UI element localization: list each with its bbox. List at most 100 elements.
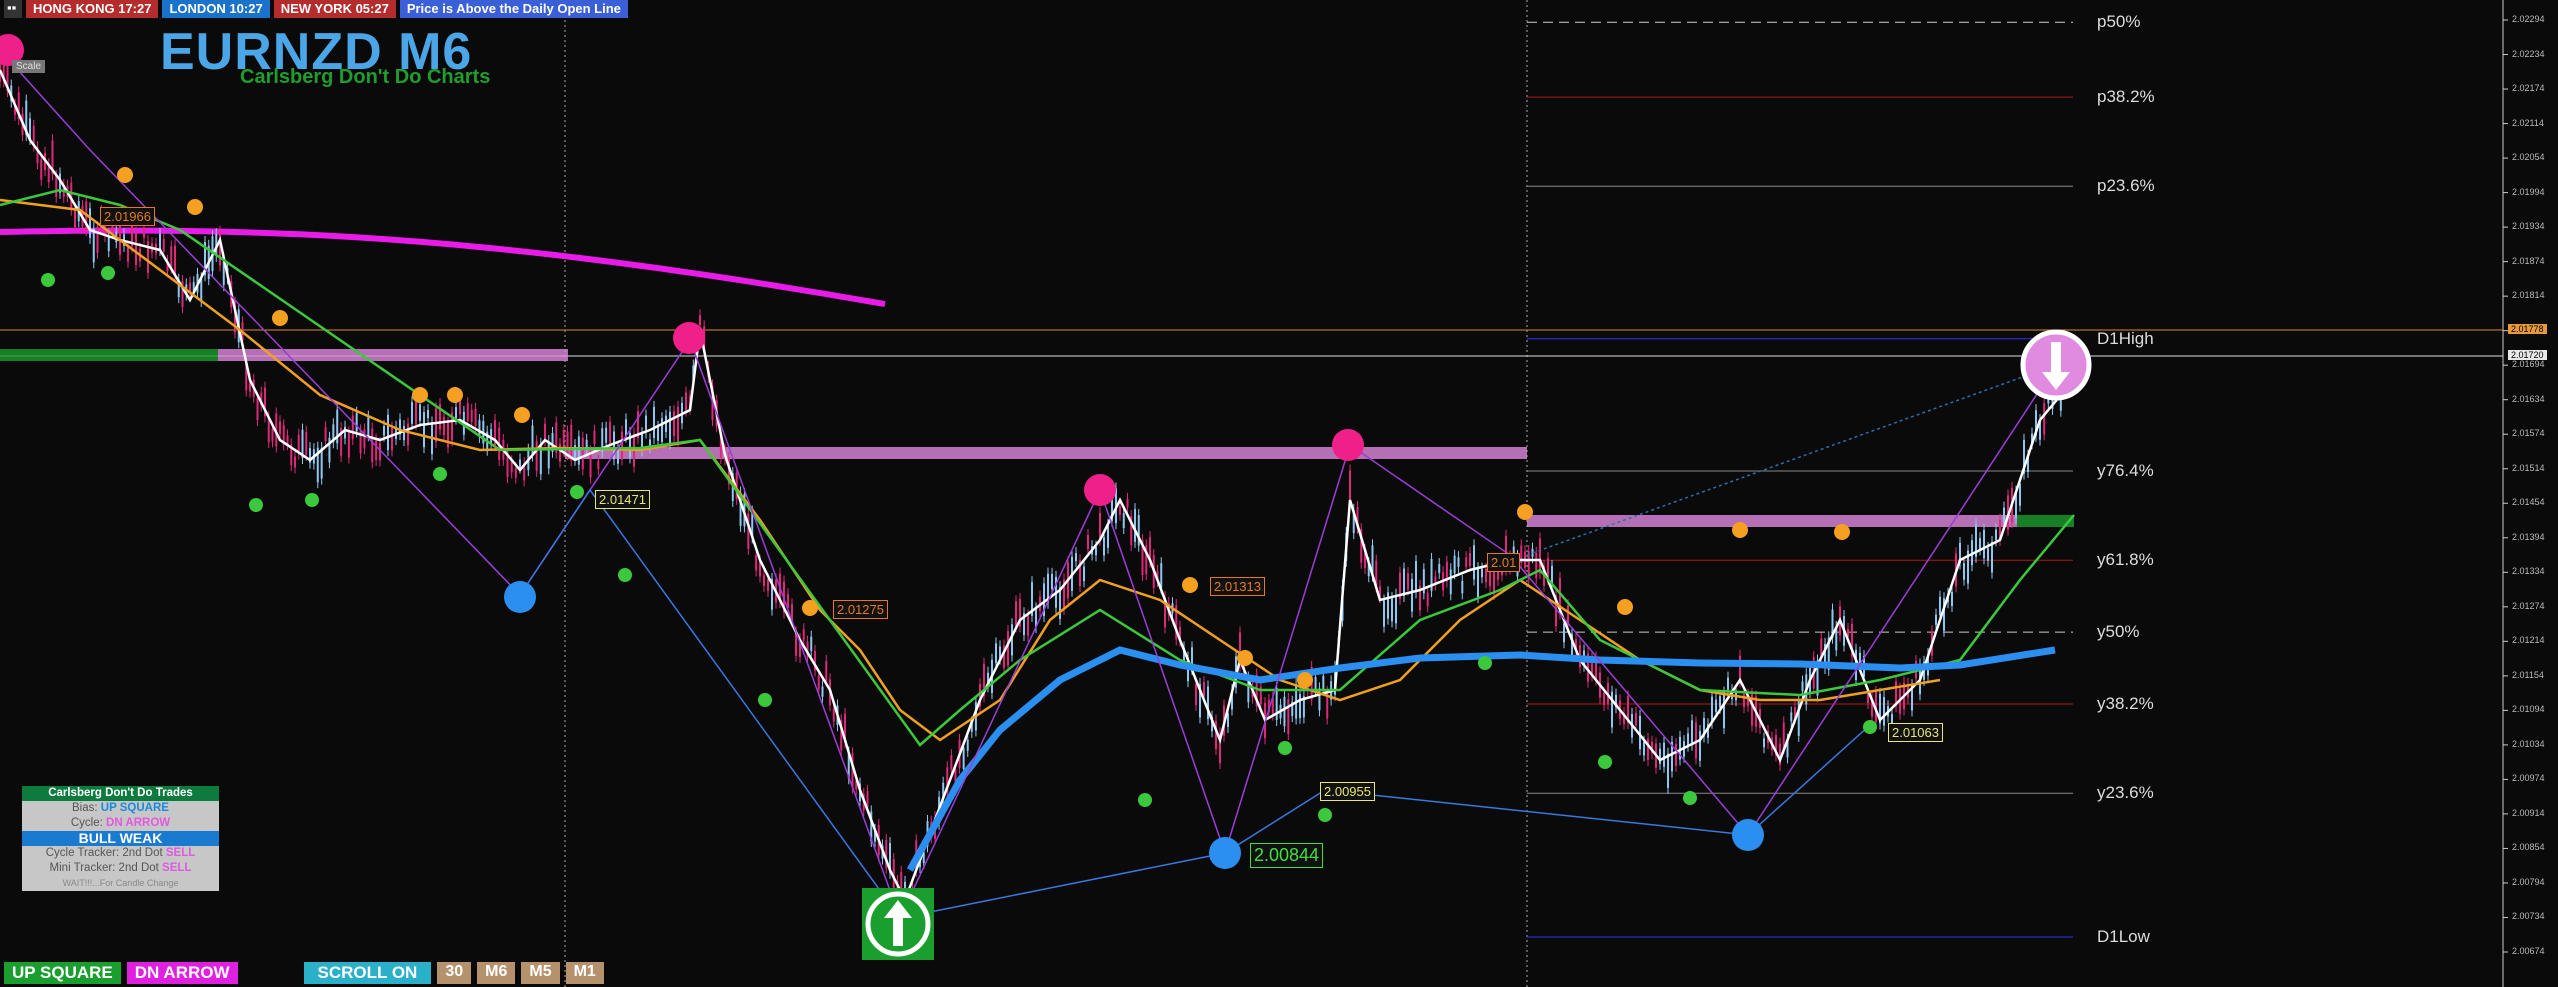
candle-body (645, 415, 647, 433)
scale-button[interactable]: Scale (12, 60, 46, 73)
candle-body (755, 555, 758, 571)
candle-body (570, 424, 573, 461)
axis-tick-label: 2.01574 (2512, 428, 2545, 439)
candle-body (1991, 541, 1993, 573)
candle-body (324, 427, 327, 442)
swing-low-dot (305, 493, 319, 507)
price-label-box: 2.01275 (833, 600, 888, 619)
candle-body (1659, 748, 1661, 764)
chart-subtitle: Carlsberg Don't Do Charts (240, 66, 491, 88)
candle-body (1465, 557, 1468, 567)
axis-tick-label: 2.01034 (2512, 738, 2545, 749)
candle-body (1160, 563, 1163, 588)
candle-body (1075, 553, 1077, 562)
swing-low-dot (1318, 808, 1332, 822)
candle-body (1635, 712, 1637, 726)
candle-body (677, 406, 679, 443)
candle-body (170, 246, 173, 268)
candle-body (474, 408, 477, 426)
swing-high-dot (447, 387, 463, 403)
tf-button-m5[interactable]: M5 (521, 962, 560, 984)
price-label-box: 2.00844 (1250, 843, 1324, 868)
bias-row: Bias: UP SQUARE (22, 801, 219, 816)
candle-body (1403, 568, 1405, 597)
candle-body (344, 426, 346, 439)
candle-body (279, 421, 281, 434)
state-badge: BULL WEAK (22, 831, 219, 846)
swing-low-dot (249, 498, 263, 512)
swing-low-dot (1278, 741, 1292, 755)
axis-tick-label: 2.01334 (2512, 566, 2545, 577)
candle-body (1099, 513, 1101, 540)
candle-body (950, 755, 953, 770)
candle-body (1469, 552, 1471, 566)
session-clock-bar: ▪▪ HONG KONG 17:27 LONDON 10:27 NEW YORK 0… (4, 0, 628, 18)
axis-tick-label: 2.01274 (2512, 600, 2545, 611)
axis-tick-label: 2.01214 (2512, 635, 2545, 646)
candle-body (407, 423, 409, 446)
swing-high-dot (272, 310, 288, 326)
candle-body (435, 408, 437, 442)
candle-body (174, 245, 176, 275)
candle-body (1883, 696, 1885, 726)
candle-body (286, 435, 289, 445)
tf-button-30[interactable]: 30 (437, 962, 472, 984)
candle-body (1383, 600, 1385, 627)
dn-arrow-button[interactable]: DN ARROW (126, 962, 238, 984)
buy-signal-dot (1732, 819, 1764, 851)
candle-body (375, 439, 378, 460)
cycle-row: Cycle: DN ARROW (22, 816, 219, 831)
candle-body (802, 629, 805, 641)
candle-body (1995, 529, 1997, 541)
candle-body (2043, 403, 2046, 435)
candle-body (1983, 529, 1985, 559)
candle-body (347, 432, 350, 458)
candle-body (383, 426, 385, 436)
candle-body (40, 159, 43, 180)
candle-body (351, 415, 354, 440)
candle-body (966, 739, 969, 751)
window-icons[interactable]: ▪▪ (4, 0, 22, 18)
axis-tick-label: 2.01094 (2512, 704, 2545, 715)
candle-body (1723, 692, 1725, 729)
trade-info-panel: Carlsberg Don't Do Trades Bias: UP SQUAR… (22, 786, 219, 891)
swing-low-dot (758, 693, 772, 707)
cycle-tracker-label: Cycle Tracker: 2nd Dot (45, 847, 163, 859)
candle-body (1322, 675, 1325, 689)
swing-high-dot (1297, 672, 1313, 688)
candle-body (371, 428, 374, 463)
candle-body (747, 513, 750, 549)
candle-body (455, 407, 457, 419)
candle-body (403, 426, 405, 441)
candle-body (1473, 545, 1475, 580)
tf-button-m6[interactable]: M6 (477, 962, 516, 984)
candle-body (1481, 568, 1483, 578)
candle-body (305, 431, 308, 455)
candle-body (1611, 691, 1613, 728)
price-label-box: 2.01313 (1210, 577, 1265, 596)
candle-body (519, 459, 521, 468)
candle-body (1015, 601, 1017, 627)
fib-label-3: D1High (2097, 328, 2154, 348)
candle-body (657, 426, 659, 441)
candle-body (367, 416, 370, 436)
candle-body (1963, 563, 1965, 580)
zigzag-line (0, 49, 2057, 920)
swing-low-dot (570, 485, 584, 499)
candle-body (1647, 738, 1649, 760)
price-label-box: 2.00955 (1320, 782, 1375, 801)
fib-label-9: D1Low (2097, 927, 2150, 947)
price-chart[interactable] (0, 0, 2558, 987)
tf-button-m1[interactable]: M1 (565, 962, 604, 984)
swing-high-dot (117, 167, 133, 183)
candle-body (96, 226, 99, 253)
candle-body (74, 210, 76, 228)
candle-body (1457, 557, 1460, 567)
candle-body (1203, 681, 1205, 697)
scroll-toggle-button[interactable]: SCROLL ON (303, 962, 432, 984)
candle-body (673, 411, 675, 436)
candle-body (1387, 592, 1389, 619)
up-square-button[interactable]: UP SQUARE (4, 962, 121, 984)
swing-low-dot (1478, 656, 1492, 670)
candle-body (320, 448, 323, 479)
